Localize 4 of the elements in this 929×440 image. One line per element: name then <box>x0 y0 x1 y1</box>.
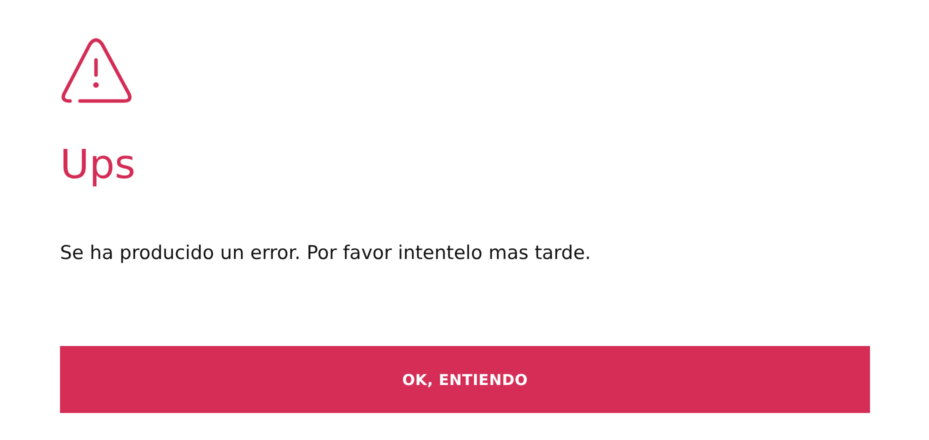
warning-icon <box>60 38 132 104</box>
ok-button[interactable]: OK, ENTIENDO <box>60 346 870 413</box>
error-message: Se ha producido un error. Por favor intentelo mas tarde. <box>60 241 591 265</box>
dialog-title: Ups <box>60 141 136 189</box>
